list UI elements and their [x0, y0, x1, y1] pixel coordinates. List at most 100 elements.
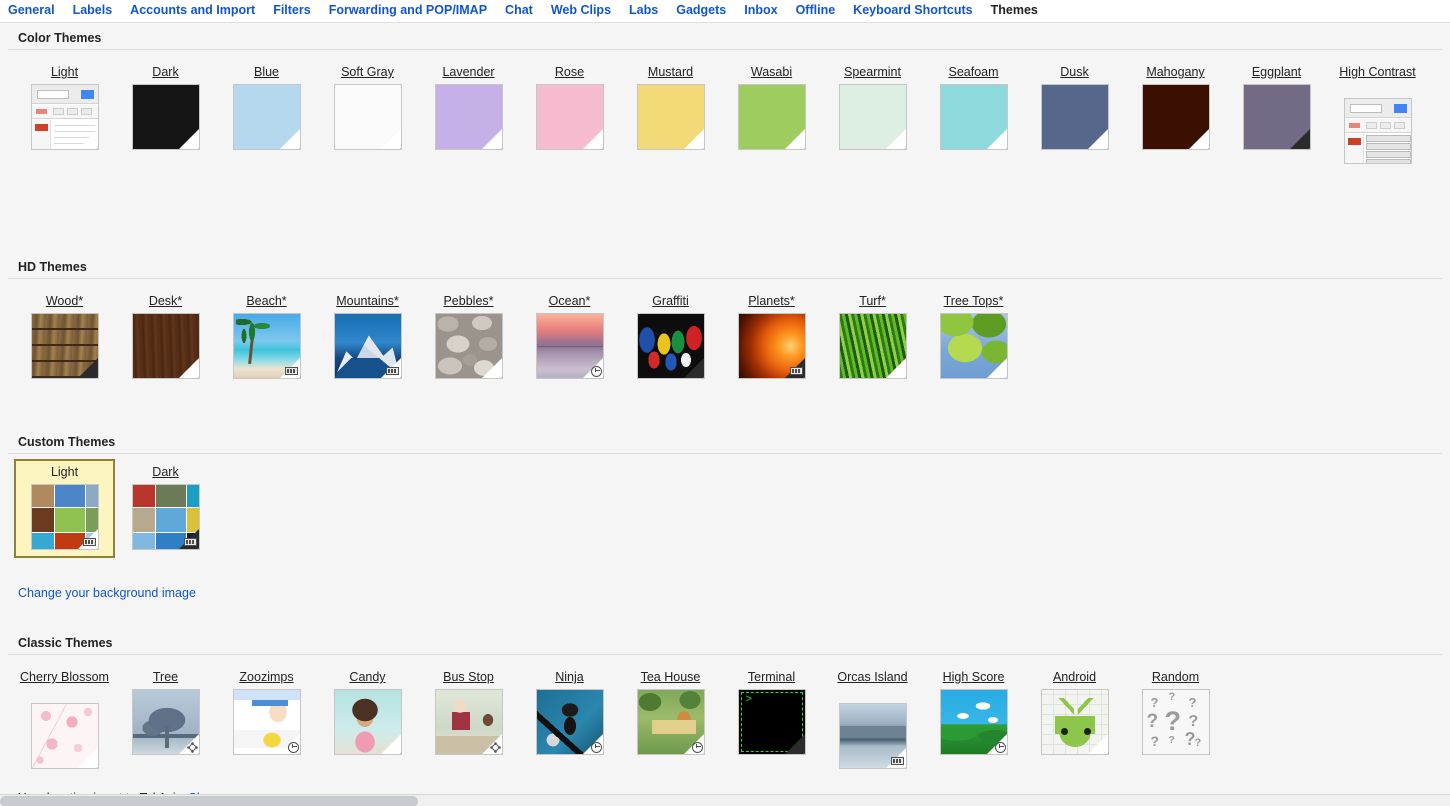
tab-web-clips[interactable]: Web Clips [542, 0, 620, 22]
theme-option-planets[interactable]: Planets* [721, 288, 822, 387]
theme-label[interactable]: Dark [152, 65, 178, 79]
change-background-image-link[interactable]: Change your background image [18, 586, 196, 600]
tab-forwarding-and-pop-imap[interactable]: Forwarding and POP/IMAP [320, 0, 496, 22]
settings-tab-bar[interactable]: General Labels Accounts and Import Filters F… [0, 0, 1450, 22]
theme-option-dusk[interactable]: Dusk [1024, 59, 1125, 172]
theme-label[interactable]: Ninja [555, 670, 584, 684]
theme-thumbnail[interactable] [1343, 98, 1412, 164]
theme-label[interactable]: Candy [349, 670, 385, 684]
tab-keyboard-shortcuts[interactable]: Keyboard Shortcuts [844, 0, 981, 22]
theme-thumbnail[interactable] [434, 84, 503, 150]
theme-thumbnail[interactable] [131, 313, 200, 379]
theme-option-spearmint[interactable]: Spearmint [822, 59, 923, 172]
color-themes-grid[interactable]: Light Dark Blue Soft Gray Lavender Rose Mustar… [0, 50, 1450, 172]
theme-label[interactable]: Light [51, 65, 78, 79]
tab-accounts-and-import[interactable]: Accounts and Import [121, 0, 264, 22]
theme-option-ocean[interactable]: Ocean* [519, 288, 620, 387]
theme-thumbnail[interactable] [939, 689, 1008, 755]
theme-thumbnail[interactable] [535, 84, 604, 150]
theme-option-wasabi[interactable]: Wasabi [721, 59, 822, 172]
theme-option-light[interactable]: Light [14, 59, 115, 172]
theme-label[interactable]: Terminal [748, 670, 795, 684]
theme-thumbnail[interactable] [737, 313, 806, 379]
theme-thumbnail[interactable] [333, 84, 402, 150]
theme-option-mountains[interactable]: Mountains* [317, 288, 418, 387]
theme-label[interactable]: Blue [254, 65, 279, 79]
theme-option-high-score[interactable]: High Score [923, 664, 1024, 777]
theme-option-lavender[interactable]: Lavender [418, 59, 519, 172]
theme-thumbnail[interactable] [838, 84, 907, 150]
theme-thumbnail[interactable] [30, 703, 99, 769]
theme-label[interactable]: Wasabi [751, 65, 792, 79]
theme-option-orcas-island[interactable]: Orcas Island [822, 664, 923, 777]
theme-option-random[interactable]: Random?????????? [1125, 664, 1226, 777]
theme-thumbnail[interactable] [131, 484, 200, 550]
theme-label[interactable]: Planets* [748, 294, 795, 308]
theme-thumbnail[interactable] [535, 689, 604, 755]
theme-option-light[interactable]: Light [14, 459, 115, 558]
theme-thumbnail[interactable] [535, 313, 604, 379]
theme-thumbnail[interactable]: ?????????? [1141, 689, 1210, 755]
theme-option-android[interactable]: Android [1024, 664, 1125, 777]
theme-option-tree-tops[interactable]: Tree Tops* [923, 288, 1024, 387]
theme-label[interactable]: Ocean* [549, 294, 591, 308]
theme-label[interactable]: Dark [152, 465, 178, 479]
theme-thumbnail[interactable] [30, 84, 99, 150]
theme-option-desk[interactable]: Desk* [115, 288, 216, 387]
theme-thumbnail[interactable] [333, 313, 402, 379]
theme-option-high-contrast[interactable]: High Contrast [1327, 59, 1428, 172]
theme-label[interactable]: Pebbles* [443, 294, 493, 308]
theme-label[interactable]: Dusk [1060, 65, 1088, 79]
tab-themes[interactable]: Themes [981, 0, 1047, 22]
theme-label[interactable]: Mahogany [1146, 65, 1204, 79]
theme-thumbnail[interactable] [333, 689, 402, 755]
tab-labels[interactable]: Labels [64, 0, 122, 22]
theme-label[interactable]: Random [1152, 670, 1199, 684]
theme-thumbnail[interactable] [232, 313, 301, 379]
theme-label[interactable]: Turf* [859, 294, 886, 308]
theme-option-blue[interactable]: Blue [216, 59, 317, 172]
theme-thumbnail[interactable] [232, 689, 301, 755]
theme-label[interactable]: Bus Stop [443, 670, 494, 684]
theme-option-pebbles[interactable]: Pebbles* [418, 288, 519, 387]
theme-label[interactable]: Tree Tops* [944, 294, 1004, 308]
theme-option-beach[interactable]: Beach* [216, 288, 317, 387]
theme-option-rose[interactable]: Rose [519, 59, 620, 172]
theme-option-wood[interactable]: Wood* [14, 288, 115, 387]
tab-chat[interactable]: Chat [496, 0, 542, 22]
theme-thumbnail[interactable] [434, 689, 503, 755]
theme-label[interactable]: Mustard [648, 65, 693, 79]
tab-offline[interactable]: Offline [787, 0, 845, 22]
theme-option-graffiti[interactable]: Graffiti [620, 288, 721, 387]
theme-label[interactable]: Orcas Island [837, 670, 907, 698]
theme-thumbnail[interactable] [1141, 84, 1210, 150]
theme-thumbnail[interactable] [434, 313, 503, 379]
theme-option-seafoam[interactable]: Seafoam [923, 59, 1024, 172]
theme-option-bus-stop[interactable]: Bus Stop [418, 664, 519, 777]
tab-labs[interactable]: Labs [620, 0, 667, 22]
theme-thumbnail[interactable] [1040, 84, 1109, 150]
theme-thumbnail[interactable] [838, 313, 907, 379]
theme-thumbnail[interactable] [939, 313, 1008, 379]
theme-option-dark[interactable]: Dark [115, 459, 216, 558]
theme-label[interactable]: Seafoam [948, 65, 998, 79]
theme-thumbnail[interactable] [131, 689, 200, 755]
theme-option-tree[interactable]: Tree [115, 664, 216, 777]
theme-option-ninja[interactable]: Ninja [519, 664, 620, 777]
horizontal-scrollbar[interactable] [0, 794, 1450, 806]
theme-thumbnail[interactable] [131, 84, 200, 150]
hd-themes-grid[interactable]: Wood* Desk* Beach* Mountains* Pebbles* Ocean*… [0, 279, 1450, 387]
theme-label[interactable]: Eggplant [1252, 65, 1301, 79]
scrollbar-thumb[interactable] [0, 796, 418, 806]
theme-label[interactable]: Cherry Blossom [20, 670, 109, 698]
theme-thumbnail[interactable] [232, 84, 301, 150]
theme-label[interactable]: High Contrast [1339, 65, 1415, 93]
theme-thumbnail[interactable] [1040, 689, 1109, 755]
theme-thumbnail[interactable] [636, 84, 705, 150]
classic-themes-grid[interactable]: Cherry Blossom Tree Zoozimps Candy Bus Stop N… [0, 655, 1450, 777]
theme-label[interactable]: Rose [555, 65, 584, 79]
tab-gadgets[interactable]: Gadgets [667, 0, 735, 22]
theme-thumbnail[interactable] [939, 84, 1008, 150]
custom-themes-grid[interactable]: Light Dark [0, 454, 1450, 558]
theme-thumbnail[interactable]: > [737, 689, 806, 755]
